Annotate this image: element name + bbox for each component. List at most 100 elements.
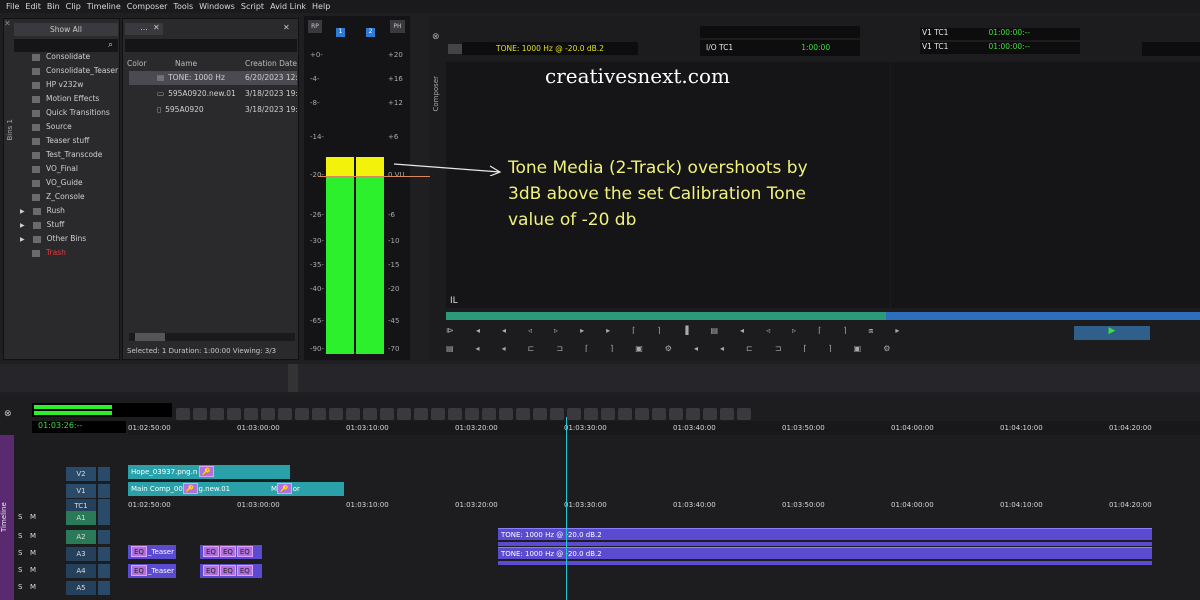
- bin-item[interactable]: Quick Transitions: [14, 106, 120, 120]
- tone-clip-a2[interactable]: TONE: 1000 Hz @ -20.0 dB.2: [498, 528, 1152, 540]
- solo-button[interactable]: S: [18, 583, 22, 591]
- track-selector[interactable]: A4: [66, 564, 96, 578]
- channel-2-button[interactable]: 2: [366, 28, 375, 37]
- bin-item[interactable]: Test_Transcode: [14, 148, 120, 162]
- io-timecode[interactable]: I/O TC1 1:00:00: [700, 40, 860, 56]
- clip-a4[interactable]: EQ _Teaser: [128, 564, 176, 578]
- track-selector[interactable]: A3: [66, 547, 96, 561]
- eq-effect-icon[interactable]: EQ: [203, 546, 219, 557]
- clip-a4-eq[interactable]: EQ EQ EQ: [200, 564, 262, 578]
- bin-item[interactable]: Trash: [14, 246, 120, 260]
- timeline-tool-button[interactable]: [363, 407, 377, 420]
- timeline-tool-button[interactable]: [516, 407, 530, 420]
- track-selector[interactable]: V2: [66, 467, 96, 481]
- key-effect-icon[interactable]: 🔑: [277, 483, 292, 494]
- close-icon[interactable]: ✕: [4, 19, 12, 28]
- ph-button[interactable]: PH: [390, 20, 405, 33]
- clip-v1[interactable]: Main Comp_00 🔑 g.new.01: [128, 482, 268, 496]
- menu-item[interactable]: Script: [241, 2, 264, 11]
- transport-controls-row-2[interactable]: ▤◂◂⊏⊐⌈⌉▣⚙◂◂⊏⊐⌈⌉▣⚙: [446, 344, 1200, 358]
- track-patch[interactable]: [98, 564, 110, 578]
- horizontal-scrollbar[interactable]: [129, 333, 295, 341]
- solo-button[interactable]: S: [18, 513, 22, 521]
- menu-item[interactable]: Clip: [66, 2, 81, 11]
- track-patch[interactable]: [98, 467, 110, 481]
- record-monitor[interactable]: [891, 62, 1200, 308]
- eq-effect-icon[interactable]: EQ: [219, 546, 236, 557]
- timeline-tool-button[interactable]: [346, 407, 360, 420]
- timeline-tool-button[interactable]: [482, 407, 496, 420]
- timeline-tool-button[interactable]: [601, 407, 615, 420]
- timeline-tool-button[interactable]: [329, 407, 343, 420]
- bin-item[interactable]: ▶ Other Bins: [14, 232, 120, 246]
- mute-button[interactable]: M: [30, 532, 36, 540]
- track-selector[interactable]: V1: [66, 484, 96, 498]
- bin-item[interactable]: Consolidate: [14, 50, 120, 64]
- splitter-handle[interactable]: [288, 364, 298, 392]
- bin-filter-select[interactable]: Show All: [14, 23, 118, 36]
- eq-effect-icon[interactable]: EQ: [131, 546, 147, 557]
- eq-effect-icon[interactable]: EQ: [219, 565, 236, 576]
- timeline-tool-button[interactable]: [295, 407, 309, 420]
- menu-item[interactable]: Avid Link: [270, 2, 306, 11]
- composer-timecode-right[interactable]: [1142, 42, 1200, 56]
- table-row-name[interactable]: ▭ 595A0920.new.01: [157, 88, 247, 100]
- track-patch[interactable]: [98, 511, 110, 525]
- bin-item[interactable]: Motion Effects: [14, 92, 120, 106]
- timeline-tool-button[interactable]: [703, 407, 717, 420]
- bin-item[interactable]: VO_Guide: [14, 176, 120, 190]
- track-selector[interactable]: A5: [66, 581, 96, 595]
- timeline-tool-button[interactable]: [635, 407, 649, 420]
- timeline-tool-button[interactable]: [448, 407, 462, 420]
- timeline-tool-button[interactable]: [720, 407, 734, 420]
- timeline-tool-button[interactable]: [227, 407, 241, 420]
- timeline-tool-button[interactable]: [261, 407, 275, 420]
- bin-item[interactable]: ▶ Stuff: [14, 218, 120, 232]
- track-patch[interactable]: [98, 484, 110, 498]
- bin-item[interactable]: VO_Final: [14, 162, 120, 176]
- record-position-bar[interactable]: [886, 312, 1200, 320]
- column-color[interactable]: Color: [127, 59, 147, 68]
- bin-item[interactable]: Teaser stuff: [14, 134, 120, 148]
- timeline-tool-button[interactable]: [397, 407, 411, 420]
- track-selector[interactable]: A2: [66, 530, 96, 544]
- eq-effect-icon[interactable]: EQ: [236, 546, 253, 557]
- source-clip-name[interactable]: TONE: 1000 Hz @ -20.0 dB.2: [462, 42, 638, 55]
- timeline-tool-button[interactable]: [431, 407, 445, 420]
- column-creation-date[interactable]: Creation Date: [245, 59, 297, 68]
- track-patch[interactable]: [98, 530, 110, 544]
- v1-timecode-b[interactable]: V1 TC1 01:00:00:--: [920, 42, 1080, 54]
- bins-side-tab[interactable]: Bins 1: [6, 119, 14, 141]
- close-icon[interactable]: ⊗: [4, 409, 12, 419]
- bin-table-search-input[interactable]: [125, 39, 297, 52]
- search-icon[interactable]: ⌕: [108, 40, 113, 50]
- menu-item[interactable]: Bin: [47, 2, 60, 11]
- menu-item[interactable]: Tools: [173, 2, 193, 11]
- timeline-tool-button[interactable]: [567, 407, 581, 420]
- column-name[interactable]: Name: [175, 59, 197, 68]
- bin-item[interactable]: Consolidate_Teaser: [14, 64, 120, 78]
- eq-effect-icon[interactable]: EQ: [203, 565, 219, 576]
- playhead[interactable]: [566, 417, 567, 600]
- close-icon[interactable]: ✕: [283, 23, 290, 32]
- track-patch[interactable]: [98, 547, 110, 561]
- timeline-tool-button[interactable]: [737, 407, 751, 420]
- timeline-tool-button[interactable]: [584, 407, 598, 420]
- menu-item[interactable]: File: [6, 2, 19, 11]
- eq-effect-icon[interactable]: EQ: [236, 565, 253, 576]
- timeline-ruler[interactable]: 01:02:50:00 01:03:00:00 01:03:10:00 01:03:2…: [128, 421, 1200, 435]
- timeline-tool-button[interactable]: [499, 407, 513, 420]
- solo-button[interactable]: S: [18, 566, 22, 574]
- timeline-side-tab[interactable]: Timeline: [0, 435, 14, 600]
- timeline-tool-button[interactable]: [210, 407, 224, 420]
- key-effect-icon[interactable]: 🔑: [199, 466, 214, 477]
- timeline-tool-button[interactable]: [652, 407, 666, 420]
- composer-info-dropdown[interactable]: [700, 26, 860, 38]
- clip-a3[interactable]: EQ _Teaser: [128, 545, 176, 559]
- timeline-tool-button[interactable]: [669, 407, 683, 420]
- key-effect-icon[interactable]: 🔑: [182, 483, 198, 494]
- table-row-name[interactable]: ▤ TONE: 1000 Hz: [157, 72, 247, 84]
- expand-arrow-icon[interactable]: ▶: [20, 236, 25, 243]
- close-icon[interactable]: ⊗: [432, 32, 440, 42]
- timeline-tool-button[interactable]: [414, 407, 428, 420]
